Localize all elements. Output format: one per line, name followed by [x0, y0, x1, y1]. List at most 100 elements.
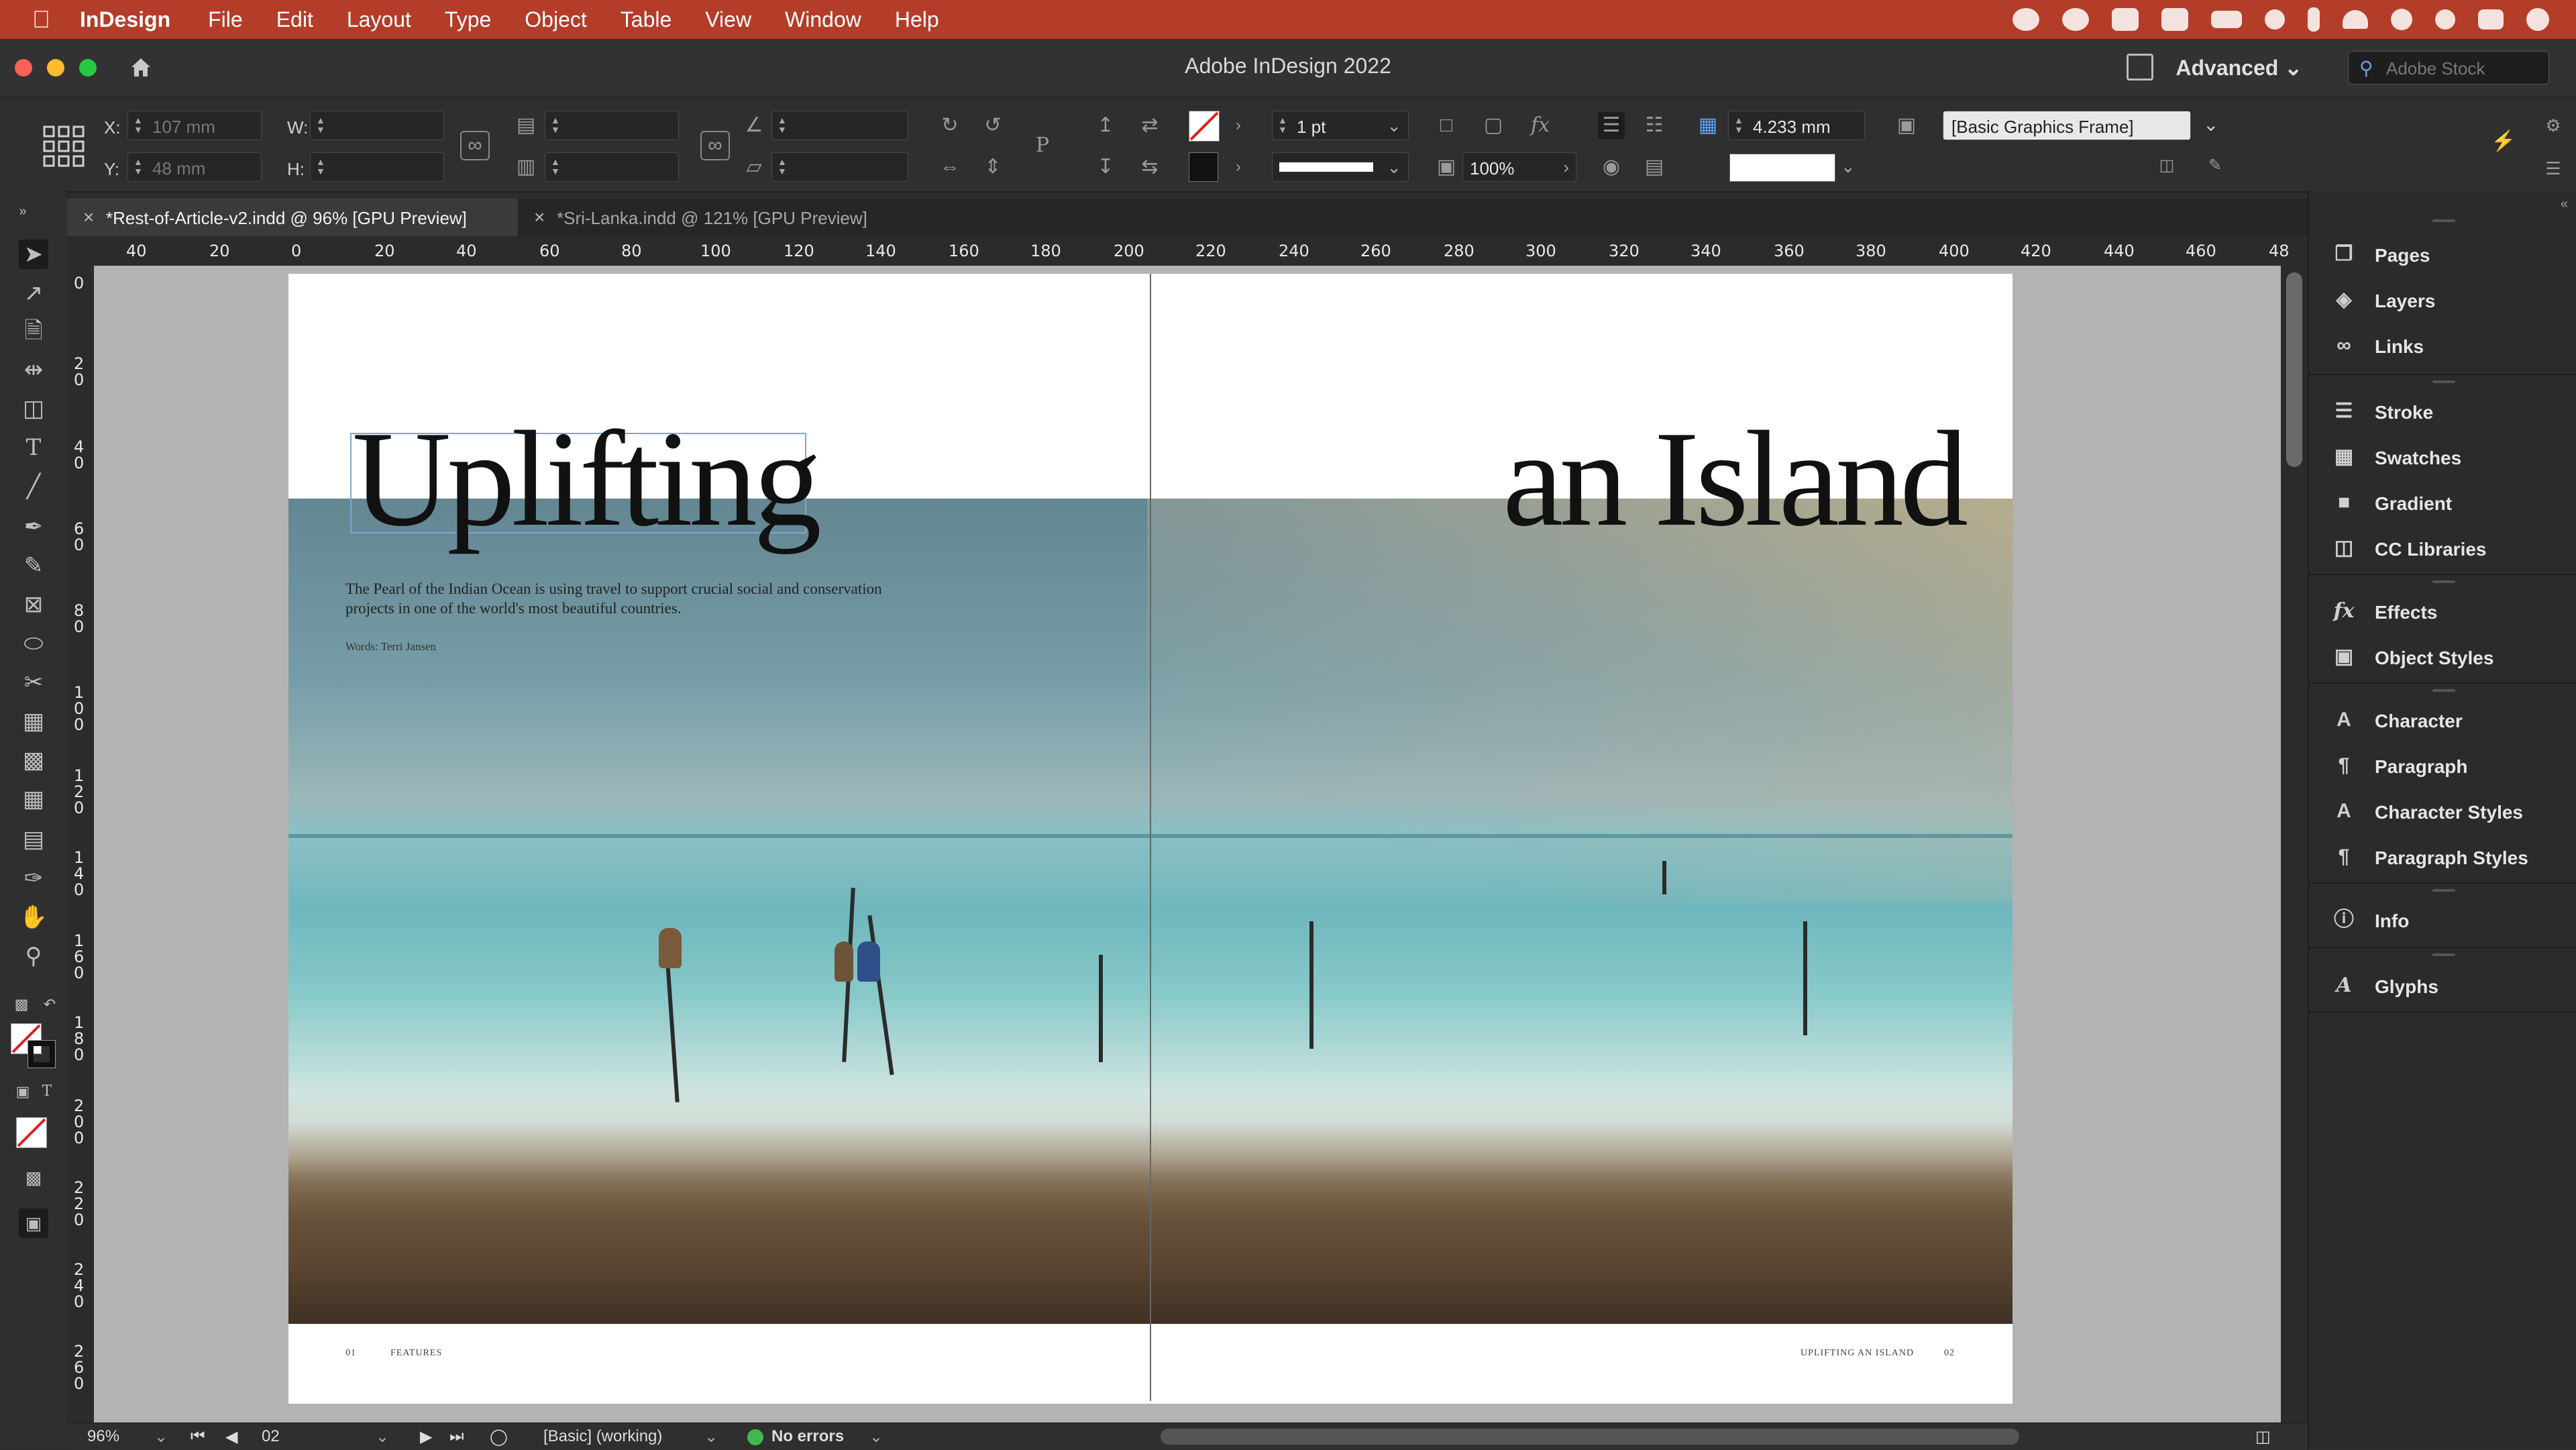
panel-group-grip[interactable]	[2432, 580, 2455, 583]
stock-search-placeholder: Adobe Stock	[2386, 58, 2485, 79]
panel-links[interactable]: ∞ Links	[2330, 329, 2572, 362]
panel-label: Character Styles	[2375, 802, 2524, 823]
control-center-icon[interactable]	[2478, 9, 2504, 30]
next-page-icon[interactable]: ▶	[420, 1427, 432, 1447]
wifi-icon[interactable]	[2343, 10, 2368, 29]
panel-group-grip[interactable]	[2432, 219, 2455, 222]
panel-label: Swatches	[2375, 448, 2462, 468]
chevron-down-icon[interactable]: ⌄	[154, 1427, 168, 1447]
stroke-icon: ☰	[2334, 400, 2353, 422]
panel-group-grip[interactable]	[2432, 953, 2455, 956]
panel-group-grip[interactable]	[2432, 380, 2455, 383]
adobe-stock-search[interactable]: ⚲ Adobe Stock	[2348, 51, 2549, 85]
panel-paragraph[interactable]: ¶ Paragraph	[2330, 749, 2572, 782]
fisherman-figure	[659, 928, 682, 968]
preflight-status-icon	[747, 1429, 763, 1445]
panel-label: Stroke	[2375, 402, 2434, 423]
panel-divider	[2309, 574, 2576, 575]
panel-label: Glyphs	[2375, 976, 2438, 997]
chevron-down-icon[interactable]: ⌄	[869, 1427, 883, 1447]
chevron-down-icon: ⌄	[2284, 56, 2302, 80]
vertical-scroll-thumb[interactable]	[2286, 272, 2302, 467]
panel-pages[interactable]: ❐ Pages	[2330, 238, 2572, 270]
spread-spine	[1150, 274, 1151, 1401]
search-icon: ⚲	[2359, 58, 2373, 79]
panel-cc-libraries[interactable]: ◫ CC Libraries	[2330, 532, 2572, 564]
layers-icon: ◈	[2336, 289, 2352, 311]
object-styles-icon: ▣	[2334, 645, 2354, 668]
user-icon[interactable]	[2391, 9, 2412, 30]
panel-swatches[interactable]: ▦ Swatches	[2330, 441, 2572, 473]
panel-label: Info	[2375, 911, 2410, 931]
panel-character-styles[interactable]: A Character Styles	[2330, 795, 2572, 827]
split-window-icon[interactable]: ◫	[2255, 1427, 2271, 1447]
panel-layers[interactable]: ◈ Layers	[2330, 284, 2572, 316]
headline-left[interactable]: Uplifting	[352, 411, 822, 548]
panel-object-styles[interactable]: ▣ Object Styles	[2330, 641, 2572, 673]
panel-dock: « ❐ Pages ◈ Layers ∞ Links ☰ Stroke ▦ Swatche…	[2308, 191, 2576, 1449]
gradient-icon: ■	[2337, 491, 2351, 513]
panel-group-grip[interactable]	[2432, 689, 2455, 692]
quick-apply-icon[interactable]: ⚡	[2490, 128, 2517, 155]
panel-character[interactable]: A Character	[2330, 704, 2572, 736]
previous-page-icon[interactable]: ◀	[225, 1427, 237, 1447]
cc-libraries-icon: ◫	[2334, 537, 2354, 559]
panel-label: Paragraph Styles	[2375, 847, 2528, 868]
character-styles-icon: A	[2337, 800, 2351, 822]
panel-label: Pages	[2375, 245, 2430, 266]
siri-icon[interactable]	[2526, 8, 2549, 31]
panel-stroke[interactable]: ☰ Stroke	[2330, 395, 2572, 427]
info-icon: ⓘ	[2334, 909, 2354, 931]
panel-divider	[2309, 882, 2576, 884]
swatches-icon: ▦	[2334, 446, 2354, 468]
effects-fx-icon: fx	[2333, 599, 2355, 623]
panel-label: Character	[2375, 711, 2463, 731]
deck-text[interactable]: The Pearl of the Indian Ocean is using t…	[345, 580, 896, 619]
last-page-icon[interactable]: ⏭	[449, 1427, 464, 1446]
stilt-pole	[1099, 955, 1103, 1062]
panel-menu-icon[interactable]: ☰	[2540, 155, 2567, 182]
chevron-down-icon[interactable]: ⌄	[376, 1427, 389, 1447]
panel-divider	[2309, 682, 2576, 684]
panel-label: CC Libraries	[2375, 539, 2487, 560]
first-page-icon[interactable]: ⏮	[191, 1427, 205, 1446]
search-icon[interactable]	[2435, 9, 2455, 30]
preflight-errors[interactable]: No errors	[771, 1427, 844, 1446]
folio-page-number-right: 02	[1944, 1348, 1955, 1358]
byline[interactable]: Words: Terri Jansen	[345, 640, 436, 654]
panel-info[interactable]: ⓘ Info	[2330, 904, 2572, 936]
fisherman-figure	[835, 941, 853, 982]
panel-glyphs[interactable]: A Glyphs	[2330, 970, 2572, 1002]
gear-icon[interactable]: ⚙	[2540, 112, 2567, 139]
panel-divider	[2309, 947, 2576, 948]
zoom-level[interactable]: 96%	[87, 1427, 119, 1446]
stilt-pole	[1803, 921, 1807, 1035]
status-bar: 96% ⌄ ⏮ ◀ 02 ⌄ ▶ ⏭ ◯ [Basic] (working) ⌄…	[67, 1422, 2308, 1450]
panel-group-grip[interactable]	[2432, 889, 2455, 892]
panel-label: Gradient	[2375, 493, 2453, 514]
page-number-field[interactable]: 02	[262, 1427, 280, 1446]
preflight-profile[interactable]: [Basic] (working)	[543, 1427, 662, 1446]
panel-gradient[interactable]: ■ Gradient	[2330, 486, 2572, 519]
panel-label: Links	[2375, 336, 2424, 357]
panel-effects[interactable]: fx Effects	[2330, 595, 2572, 627]
panel-label: Layers	[2375, 291, 2436, 311]
folio-title-right: UPLIFTING AN ISLAND	[1801, 1348, 1915, 1358]
chevron-down-icon[interactable]: ⌄	[704, 1427, 718, 1447]
stilt-pole	[1309, 921, 1313, 1049]
stilt-pole	[1662, 861, 1666, 894]
panel-label: Paragraph	[2375, 756, 2468, 777]
horizontal-scroll-thumb[interactable]	[1161, 1429, 2019, 1445]
panel-paragraph-styles[interactable]: ¶ Paragraph Styles	[2330, 841, 2572, 873]
pages-icon: ❐	[2334, 243, 2353, 265]
bluetooth-icon[interactable]	[2308, 7, 2320, 32]
glyphs-icon: A	[2336, 974, 2352, 997]
open-page-icon[interactable]: ◯	[490, 1427, 508, 1447]
headline-right[interactable]: an Island	[1503, 411, 1968, 548]
collapse-dock-icon[interactable]: «	[2561, 197, 2568, 212]
links-icon: ∞	[2337, 334, 2351, 356]
vertical-scrollbar[interactable]	[2281, 266, 2308, 1422]
panel-label: Object Styles	[2375, 648, 2494, 668]
panel-divider	[2309, 1011, 2576, 1013]
folio-section-left: FEATURES	[390, 1348, 443, 1358]
